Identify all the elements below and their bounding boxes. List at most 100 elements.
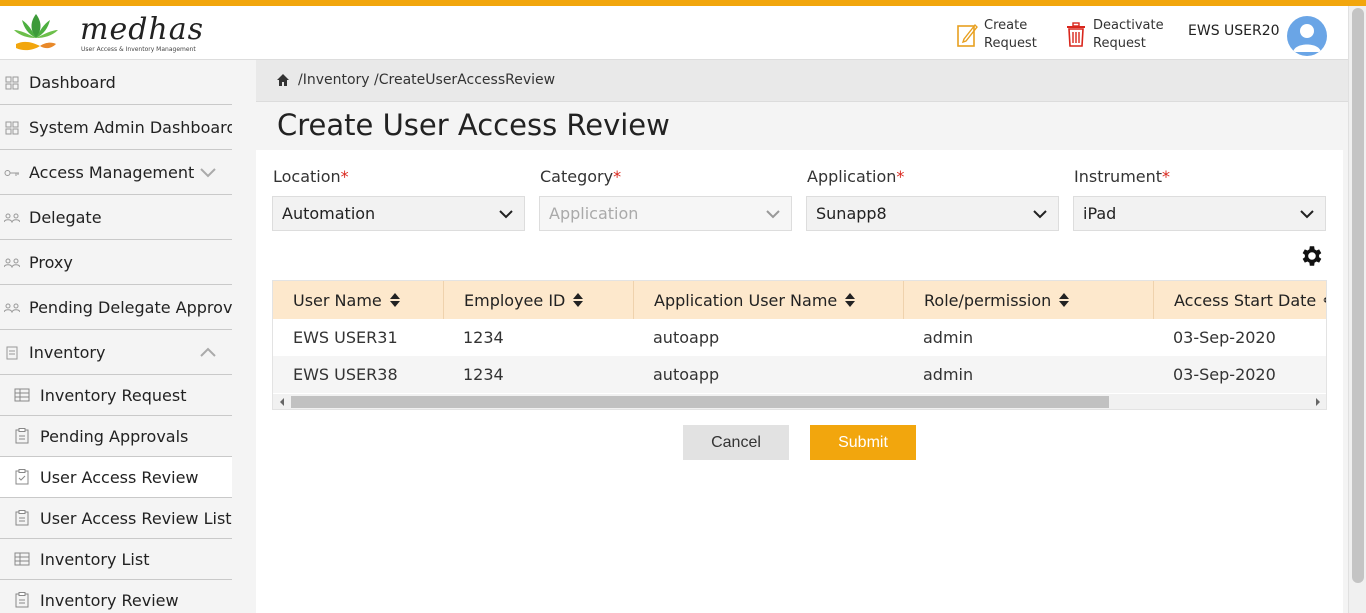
table-icon [14,388,30,402]
category-label: Category* [540,167,622,186]
chevron-down-icon [1033,210,1047,219]
sidebar-item-inventory-review[interactable]: Inventory Review [0,580,232,613]
location-select-value: Automation [282,204,376,223]
key-icon [4,165,20,181]
review-table: User Name Employee ID Application User N… [272,280,1327,410]
chevron-down-icon [499,210,513,219]
table-icon [14,552,30,566]
sidebar-item-user-access-review-list[interactable]: User Access Review List [0,498,232,539]
grid-icon [4,75,20,91]
cancel-button[interactable]: Cancel [683,425,789,460]
sort-icon[interactable] [389,292,401,308]
people-icon [4,210,20,226]
page-vertical-scrollbar[interactable] [1348,6,1366,613]
table-header: User Name Employee ID Application User N… [273,281,1327,319]
medhas-logo[interactable]: medhas User Access & Inventory Managemen… [10,8,203,58]
avatar[interactable] [1287,16,1327,56]
clipboard-icon [15,510,29,526]
breadcrumb-path[interactable]: /Inventory /CreateUserAccessReview [298,72,555,88]
trash-icon [1067,22,1085,47]
application-select-value: Sunapp8 [816,204,887,223]
table-row[interactable]: EWS USER38 1234 autoapp admin 03-Sep-202… [273,356,1326,393]
sidebar-item-pending-approvals[interactable]: Pending Approvals [0,416,232,457]
table-horizontal-scrollbar[interactable] [273,394,1326,409]
instrument-select-value: iPad [1083,204,1117,223]
deactivate-request-button[interactable]: Deactivate Request [1065,16,1164,54]
current-user-name[interactable]: EWS USER20 [1188,23,1280,39]
cell-access-start-date: 03-Sep-2020 [1173,328,1276,347]
sidebar-item-label: Pending Delegate Approval [29,297,232,317]
page-scroll-thumb[interactable] [1352,8,1364,583]
location-select[interactable]: Automation [272,196,525,231]
chevron-down-icon[interactable] [198,162,218,182]
sidebar-item-label: Inventory Review [40,590,179,610]
cell-user-name: EWS USER38 [293,365,398,384]
create-request-label-line2: Request [984,36,1037,51]
application-label: Application* [807,167,905,186]
sidebar-item-label: Inventory List [40,549,150,569]
sort-icon[interactable] [844,292,856,308]
create-request-label-line1: Create [984,18,1028,33]
column-header-application-user-name[interactable]: Application User Name [634,281,904,319]
submit-button[interactable]: Submit [810,425,916,460]
sidebar-item-label: User Access Review List [40,508,232,528]
create-request-button[interactable]: Create Request [956,16,1037,54]
sort-icon[interactable] [1323,292,1327,308]
cell-user-name: EWS USER31 [293,328,398,347]
application-select[interactable]: Sunapp8 [806,196,1059,231]
sidebar-item-label: Access Management [29,162,195,182]
sidebar-item-label: Inventory [29,342,106,362]
chevron-up-icon[interactable] [198,342,218,362]
cell-application-user-name: autoapp [653,328,720,347]
sidebar-item-label: System Admin Dashboard [29,117,232,137]
sidebar-item-inventory[interactable]: Inventory [0,330,232,375]
app-header: medhas User Access & Inventory Managemen… [0,6,1348,60]
breadcrumb-bar: /Inventory /CreateUserAccessReview [256,60,1348,102]
scroll-right-icon[interactable] [1313,397,1323,407]
sort-icon[interactable] [1058,292,1070,308]
deactivate-request-label-line1: Deactivate [1093,18,1164,33]
sidebar-item-label: Delegate [29,207,102,227]
sidebar-item-pending-delegate-approval[interactable]: Pending Delegate Approval [0,285,232,330]
sidebar-item-user-access-review[interactable]: User Access Review [0,457,232,498]
instrument-label: Instrument* [1074,167,1171,186]
page-title: Create User Access Review [277,108,670,142]
table-row[interactable]: EWS USER31 1234 autoapp admin 03-Sep-202… [273,319,1326,356]
sidebar-item-access-management[interactable]: Access Management [0,150,232,195]
cell-employee-id: 1234 [463,365,504,384]
edit-document-icon [957,23,978,47]
document-icon [4,345,20,361]
category-select[interactable]: Application [539,196,792,231]
column-header-user-name[interactable]: User Name [273,281,444,319]
people-icon [4,255,20,271]
home-icon[interactable] [276,73,290,87]
sidebar: Dashboard System Admin Dashboard Access … [0,60,232,613]
cell-access-start-date: 03-Sep-2020 [1173,365,1276,384]
gear-icon[interactable] [1298,243,1324,269]
sidebar-item-label: Inventory Request [40,385,187,405]
logo-wordmark: medhas [80,12,205,47]
instrument-select[interactable]: iPad [1073,196,1326,231]
sidebar-item-inventory-list[interactable]: Inventory List [0,539,232,580]
clipboard-icon [15,592,29,608]
sidebar-item-label: User Access Review [40,467,199,487]
sidebar-item-inventory-request[interactable]: Inventory Request [0,375,232,416]
sidebar-item-label: Proxy [29,252,73,272]
table-scroll-thumb[interactable] [291,396,1109,408]
lotus-logo-icon [14,14,58,51]
sidebar-item-system-admin-dashboard[interactable]: System Admin Dashboard [0,105,232,150]
chevron-down-icon [1300,210,1314,219]
logo-tagline: User Access & Inventory Management [81,46,196,53]
cell-employee-id: 1234 [463,328,504,347]
sort-icon[interactable] [572,292,584,308]
clipboard-check-icon [15,469,29,485]
scroll-left-icon[interactable] [277,397,287,407]
grid-icon [4,120,20,136]
column-header-role-permission[interactable]: Role/permission [904,281,1154,319]
sidebar-item-delegate[interactable]: Delegate [0,195,232,240]
sidebar-item-dashboard[interactable]: Dashboard [0,60,232,105]
column-header-employee-id[interactable]: Employee ID [444,281,634,319]
sidebar-item-proxy[interactable]: Proxy [0,240,232,285]
chevron-down-icon [766,210,780,219]
column-header-access-start-date[interactable]: Access Start Date [1154,281,1327,319]
